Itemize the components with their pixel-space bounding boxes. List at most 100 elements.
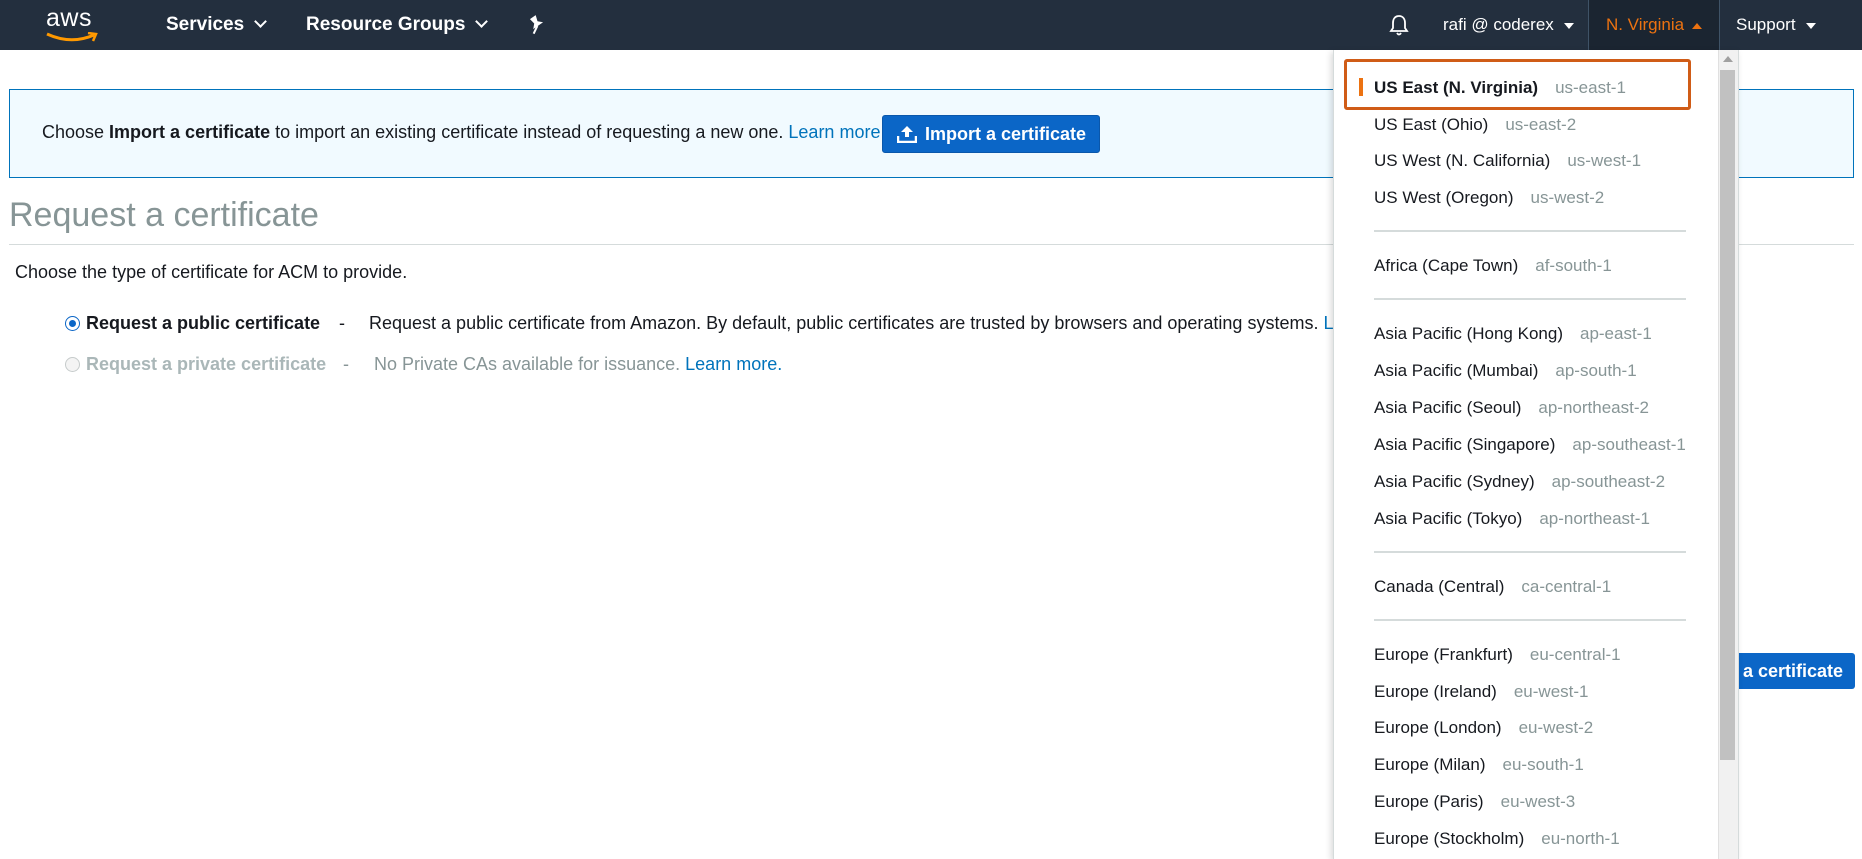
scroll-up-arrow-icon[interactable] bbox=[1723, 56, 1733, 62]
public-certificate-label[interactable]: Request a public certificate bbox=[86, 313, 320, 334]
page-subtitle: Choose the type of certificate for ACM t… bbox=[15, 262, 408, 282]
private-certificate-radio bbox=[65, 357, 80, 372]
region-name: Asia Pacific (Hong Kong) bbox=[1374, 324, 1563, 343]
region-option[interactable]: US West (N. California) us-west-1 bbox=[1374, 151, 1641, 171]
aws-logo-text: aws bbox=[46, 4, 92, 32]
region-name: Africa (Cape Town) bbox=[1374, 256, 1519, 275]
resource-groups-label: Resource Groups bbox=[306, 14, 466, 35]
services-label: Services bbox=[166, 14, 245, 35]
region-code: eu-west-2 bbox=[1518, 718, 1594, 737]
region-selector[interactable]: N. Virginia bbox=[1588, 0, 1720, 50]
region-option[interactable]: Canada (Central) ca-central-1 bbox=[1374, 577, 1611, 597]
request-certificate-button[interactable]: a certificate bbox=[1725, 653, 1855, 689]
region-group-divider bbox=[1374, 551, 1686, 553]
region-option[interactable]: Europe (Milan) eu-south-1 bbox=[1374, 755, 1584, 775]
region-option[interactable]: Europe (London) eu-west-2 bbox=[1374, 718, 1593, 738]
region-name: US East (Ohio) bbox=[1374, 115, 1489, 134]
region-code: eu-west-1 bbox=[1513, 682, 1589, 701]
public-certificate-description: Request a public certificate from Amazon… bbox=[369, 313, 1360, 334]
private-desc-text: No Private CAs available for issuance. bbox=[374, 354, 681, 374]
region-name: Europe (Stockholm) bbox=[1374, 829, 1525, 848]
selected-region-indicator bbox=[1359, 78, 1363, 96]
region-group-divider bbox=[1374, 619, 1686, 621]
region-option[interactable]: Europe (Ireland) eu-west-1 bbox=[1374, 682, 1588, 702]
region-option[interactable]: Asia Pacific (Hong Kong) ap-east-1 bbox=[1374, 324, 1652, 344]
caret-down-icon bbox=[1805, 22, 1816, 29]
region-name: Asia Pacific (Seoul) bbox=[1374, 398, 1522, 417]
caret-down-icon bbox=[1563, 22, 1574, 29]
region-label: N. Virginia bbox=[1605, 15, 1685, 34]
banner-text: Choose Import a certificate to import an… bbox=[42, 122, 885, 143]
public-certificate-radio[interactable] bbox=[65, 316, 80, 331]
support-label: Support bbox=[1736, 15, 1796, 34]
chevron-down-icon bbox=[475, 15, 489, 28]
region-name: Asia Pacific (Sydney) bbox=[1374, 472, 1535, 491]
region-group-divider bbox=[1374, 298, 1686, 300]
region-option[interactable]: Europe (Paris) eu-west-3 bbox=[1374, 792, 1575, 812]
chevron-down-icon bbox=[254, 15, 268, 28]
private-certificate-description: No Private CAs available for issuance. L… bbox=[374, 354, 782, 375]
region-name: Europe (Paris) bbox=[1374, 792, 1484, 811]
region-code: eu-central-1 bbox=[1529, 645, 1621, 664]
region-code: eu-west-3 bbox=[1500, 792, 1576, 811]
aws-smile-icon bbox=[46, 32, 98, 42]
region-name: Asia Pacific (Singapore) bbox=[1374, 435, 1556, 454]
region-option[interactable]: Europe (Stockholm) eu-north-1 bbox=[1374, 829, 1620, 849]
region-code: us-east-2 bbox=[1505, 115, 1577, 134]
region-option[interactable]: US East (Ohio) us-east-2 bbox=[1374, 115, 1576, 135]
region-code: ap-south-1 bbox=[1555, 361, 1637, 380]
region-name: Europe (Ireland) bbox=[1374, 682, 1497, 701]
region-name: Canada (Central) bbox=[1374, 577, 1505, 596]
user-label: rafi @ coderex bbox=[1443, 15, 1554, 34]
region-code: eu-north-1 bbox=[1541, 829, 1620, 848]
region-code: ap-northeast-2 bbox=[1538, 398, 1649, 417]
private-certificate-label: Request a private certificate bbox=[86, 354, 327, 374]
region-option[interactable]: Asia Pacific (Singapore) ap-southeast-1 bbox=[1374, 435, 1686, 455]
banner-prefix: Choose bbox=[42, 122, 110, 142]
region-option[interactable]: US East (N. Virginia) us-east-1 bbox=[1374, 78, 1626, 98]
bell-icon[interactable] bbox=[1389, 14, 1409, 36]
import-certificate-button[interactable]: Import a certificate bbox=[882, 115, 1100, 153]
request-button-label: a certificate bbox=[1742, 661, 1843, 681]
region-option[interactable]: Asia Pacific (Mumbai) ap-south-1 bbox=[1374, 361, 1637, 381]
aws-logo[interactable]: aws bbox=[44, 4, 102, 44]
region-option[interactable]: US West (Oregon) us-west-2 bbox=[1374, 188, 1604, 208]
region-code: us-east-1 bbox=[1555, 78, 1626, 97]
upload-icon bbox=[897, 126, 917, 143]
region-option[interactable]: Europe (Frankfurt) eu-central-1 bbox=[1374, 645, 1621, 665]
import-button-label: Import a certificate bbox=[925, 124, 1087, 144]
top-nav: aws Services Resource Groups rafi @ code… bbox=[0, 0, 1862, 50]
region-name: Asia Pacific (Tokyo) bbox=[1374, 509, 1523, 528]
region-group-divider bbox=[1374, 230, 1686, 232]
region-name: Europe (London) bbox=[1374, 718, 1502, 737]
banner-suffix: to import an existing certificate instea… bbox=[270, 122, 789, 142]
region-name: US West (Oregon) bbox=[1374, 188, 1514, 207]
region-name: Asia Pacific (Mumbai) bbox=[1374, 361, 1539, 380]
region-option[interactable]: Asia Pacific (Sydney) ap-southeast-2 bbox=[1374, 472, 1665, 492]
banner-bold-text: Import a certificate bbox=[109, 122, 271, 142]
region-code: ap-east-1 bbox=[1579, 324, 1652, 343]
region-code: eu-south-1 bbox=[1502, 755, 1584, 774]
public-certificate-dash: - bbox=[339, 313, 345, 333]
scrollbar-thumb[interactable] bbox=[1720, 70, 1735, 760]
user-menu[interactable]: rafi @ coderex bbox=[1443, 0, 1574, 50]
resource-groups-menu[interactable]: Resource Groups bbox=[306, 0, 489, 50]
region-name: Europe (Frankfurt) bbox=[1374, 645, 1513, 664]
services-menu[interactable]: Services bbox=[166, 0, 268, 50]
region-code: us-west-2 bbox=[1530, 188, 1605, 207]
region-option[interactable]: Africa (Cape Town) af-south-1 bbox=[1374, 256, 1612, 276]
private-certificate-dash: - bbox=[343, 354, 349, 374]
region-code: us-west-1 bbox=[1567, 151, 1642, 170]
pin-icon[interactable] bbox=[527, 14, 547, 36]
page-title: Request a certificate bbox=[9, 196, 319, 234]
region-name: US East (N. Virginia) bbox=[1374, 78, 1539, 97]
caret-up-icon bbox=[1692, 22, 1703, 29]
private-learn-more-link[interactable]: Learn more. bbox=[685, 354, 782, 374]
banner-learn-more-link[interactable]: Learn more. bbox=[788, 122, 885, 142]
region-code: ap-northeast-1 bbox=[1539, 509, 1650, 528]
region-dropdown: US East (N. Virginia) us-east-1 US East (O… bbox=[1333, 50, 1739, 859]
support-menu[interactable]: Support bbox=[1736, 0, 1816, 50]
region-option[interactable]: Asia Pacific (Tokyo) ap-northeast-1 bbox=[1374, 509, 1650, 529]
region-option[interactable]: Asia Pacific (Seoul) ap-northeast-2 bbox=[1374, 398, 1649, 418]
region-name: Europe (Milan) bbox=[1374, 755, 1486, 774]
